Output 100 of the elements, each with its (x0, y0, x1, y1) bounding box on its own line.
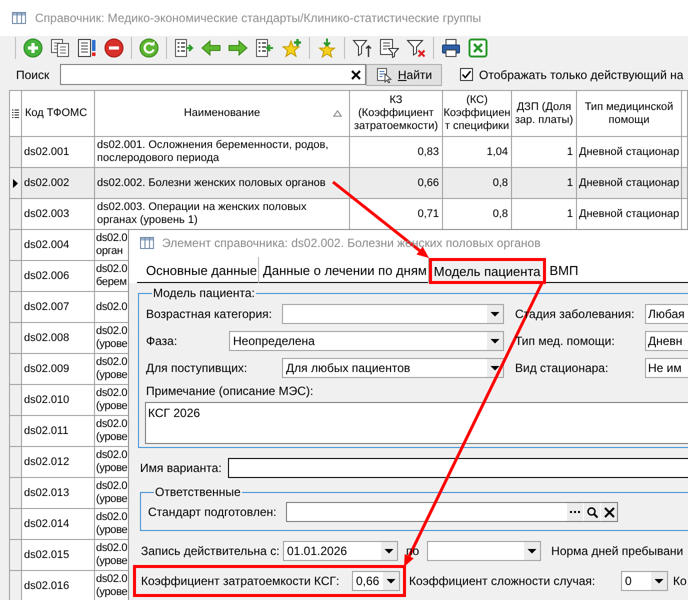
table-cell: 1 (512, 137, 577, 168)
field-label: Примечание (описание МЭС): (146, 384, 314, 398)
filter-list-icon[interactable] (379, 38, 399, 58)
dropdown[interactable]: 0 (621, 571, 668, 591)
table-cell: ds02.0 (урове (95, 323, 129, 354)
table-cell: ds02.001 (22, 137, 95, 168)
search-field[interactable] (60, 64, 366, 85)
field-label: Норма дней пребывани (551, 544, 684, 558)
table-cell: ds02.009 (22, 354, 95, 385)
column-header[interactable]: КЗ (Коэффициент затратоемкости) (350, 91, 443, 137)
group-title: Ответственные (154, 485, 242, 499)
search-label: Поиск (16, 68, 50, 82)
field-label: Тип мед. помощи: (515, 334, 616, 348)
checkbox[interactable] (460, 68, 473, 81)
table-cell: ds02.0 (95, 292, 129, 323)
field-label: Стандарт подготовлен: (148, 505, 278, 519)
field-label: Возрастная категория: (146, 307, 273, 321)
column-header[interactable]: Наименование (95, 91, 350, 137)
filter-icon[interactable] (352, 38, 372, 58)
table-cell: ds02.010 (22, 385, 95, 416)
tab[interactable]: ВМП (546, 257, 580, 283)
table-cell: ds02.004 (22, 230, 95, 261)
table-cell: ds02.006 (22, 261, 95, 292)
dropdown[interactable]: Дневн (645, 331, 688, 351)
dropdown[interactable]: Неопределена (229, 331, 504, 351)
tab[interactable]: Модель пациента (428, 258, 546, 284)
table-cell: Дневной стационар (577, 199, 682, 230)
date-dropdown[interactable]: 01.01.2026 (283, 541, 398, 561)
table-cell: ds02.012 (22, 447, 95, 478)
star-arrow-icon[interactable] (317, 38, 337, 58)
list-icon[interactable] (12, 109, 19, 118)
table-cell: ds02.008 (22, 323, 95, 354)
document-edit-icon[interactable] (77, 38, 97, 58)
table-cell: 1 (512, 199, 577, 230)
lookup-field[interactable] (286, 502, 618, 522)
dropdown[interactable] (282, 304, 504, 324)
table-cell: ds02.0 (урове (95, 509, 129, 540)
input-field[interactable] (228, 458, 688, 478)
x-square-icon[interactable] (468, 38, 488, 58)
table-cell: Дневной стационар (577, 137, 682, 168)
browse-button[interactable] (567, 503, 583, 521)
delete-icon[interactable] (104, 38, 124, 58)
note-field[interactable]: КСГ 2026 (145, 402, 688, 444)
column-header[interactable]: Тип медицинской помощи (577, 91, 682, 137)
table-cell: 1,04 (443, 137, 512, 168)
table-cell: 0,83 (350, 137, 443, 168)
caret-icon (381, 542, 397, 560)
table-cell: ds02.0 (урове (95, 354, 129, 385)
add-icon[interactable] (23, 38, 43, 58)
table-cell: ds02.015 (22, 540, 95, 571)
filter-clear-icon[interactable] (406, 38, 426, 58)
arrow-left-icon[interactable] (201, 38, 221, 58)
window-title: Справочник: Медико-экономические стандарты/Клинико-статистические группы (35, 11, 482, 25)
field-label: Коэффициент сложности случая: (409, 574, 596, 588)
caret-icon (487, 332, 503, 350)
table-icon (12, 12, 26, 24)
dropdown[interactable]: 0,66 (352, 571, 400, 591)
search-button[interactable] (584, 503, 600, 521)
table-cell: ds02.007 (22, 292, 95, 323)
list-arrow-icon[interactable] (255, 38, 275, 58)
table-cell: ds02.014 (22, 509, 95, 540)
group-title: Модель пациента: (152, 286, 256, 300)
list-cursor-icon (376, 66, 392, 82)
column-header[interactable]: (КС) Коэффициен т специфики (443, 91, 512, 137)
printer-icon[interactable] (441, 38, 461, 58)
find-button[interactable]: Найти (366, 64, 442, 86)
refresh-icon[interactable] (139, 38, 159, 58)
table-cell: ds02.011 (22, 416, 95, 447)
copy-icon[interactable] (50, 38, 70, 58)
clear-button[interactable] (601, 503, 617, 521)
list-arrow-icon[interactable] (174, 38, 194, 58)
table-cell: 0,71 (350, 199, 443, 230)
table-cell: 1 (512, 168, 577, 199)
table-cell: ds02.003 (22, 199, 95, 230)
table-cell: ds02.013 (22, 478, 95, 509)
table-cell: 0,66 (350, 168, 443, 199)
checkbox-label: Отображать только действующий на (479, 68, 684, 82)
table-cell: ds02.0 орган (95, 230, 129, 261)
clear-icon[interactable] (351, 70, 361, 80)
column-header[interactable] (682, 91, 688, 137)
table-cell: ds02.0 (урове (95, 571, 129, 600)
field-label: Фаза: (146, 334, 178, 348)
caret-icon (487, 305, 503, 323)
tab[interactable]: Основные данные (137, 257, 260, 283)
arrow-right-icon[interactable] (228, 38, 248, 58)
table-cell: ds02.001. Осложнения беременности, родов, послеродового периода (95, 137, 350, 168)
row-indicator[interactable] (10, 168, 22, 199)
column-header[interactable]: Код ТФОМС (22, 91, 95, 137)
table-cell: ds02.002 (22, 168, 95, 199)
table-cell: ds02.003. Операции на женских половых органах (уровень 1) (95, 199, 350, 230)
field-label: Запись действительна с: (140, 544, 281, 558)
dropdown[interactable]: Не им (645, 358, 688, 378)
table-cell: ds02.016 (22, 571, 95, 600)
table-cell: 0,8 (443, 199, 512, 230)
field-label: Вид стационара: (515, 361, 610, 375)
star-plus-icon[interactable] (282, 38, 302, 58)
column-header[interactable]: ДЗП (Доля зар. платы) (512, 91, 577, 137)
dropdown[interactable]: Для любых пациентов (282, 358, 504, 378)
date-dropdown[interactable] (427, 541, 542, 561)
dropdown[interactable]: Любая (645, 304, 688, 324)
